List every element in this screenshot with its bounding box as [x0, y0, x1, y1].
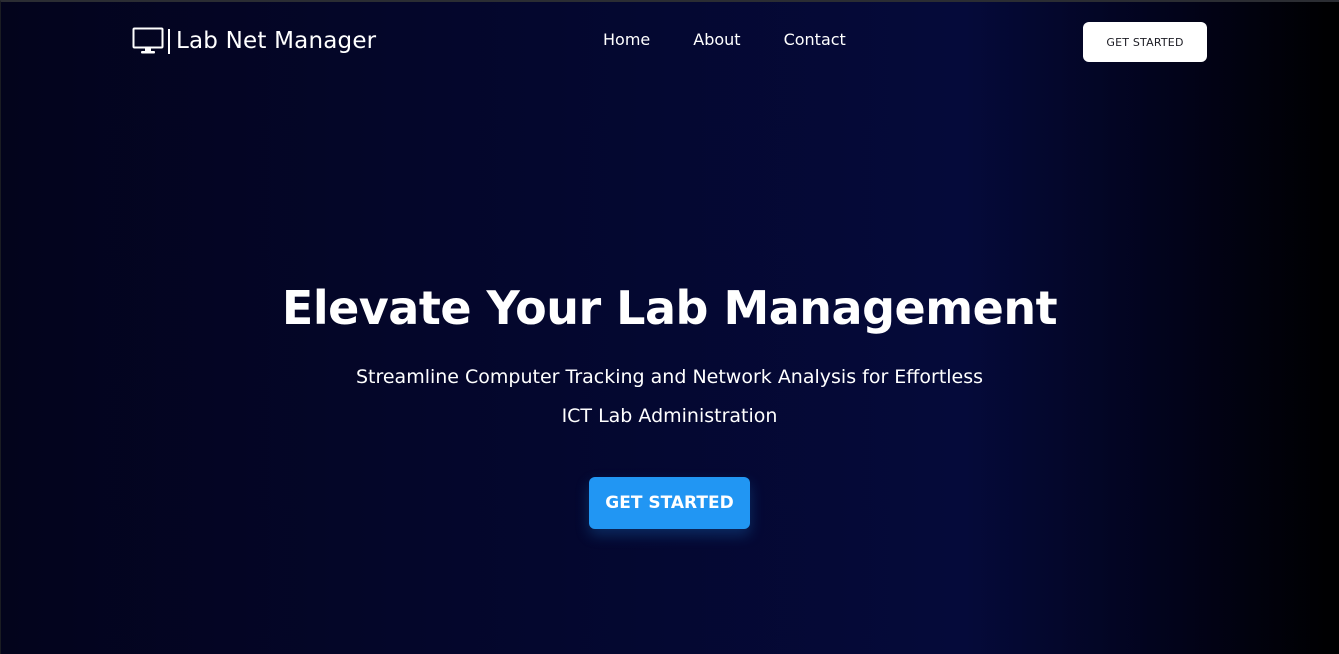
- logo-divider: [168, 28, 170, 54]
- nav-link-about[interactable]: About: [693, 30, 740, 49]
- header-get-started-button[interactable]: GET STARTED: [1083, 22, 1207, 62]
- brand-name: Lab Net Manager: [176, 28, 377, 54]
- nav-link-contact[interactable]: Contact: [784, 30, 846, 49]
- hero-title: Elevate Your Lab Management: [281, 281, 1058, 335]
- monitor-icon: [132, 27, 164, 54]
- hero-get-started-button[interactable]: GET STARTED: [589, 477, 750, 529]
- brand-logo[interactable]: Lab Net Manager: [132, 26, 376, 56]
- hero-subtitle: Streamline Computer Tracking and Network…: [355, 366, 984, 427]
- nav-link-home[interactable]: Home: [603, 30, 650, 49]
- site-header: Lab Net Manager Home About Contact GET S…: [0, 0, 1339, 82]
- hero-section: Elevate Your Lab Management Streamline C…: [0, 270, 1339, 529]
- main-nav: Home About Contact: [603, 30, 846, 49]
